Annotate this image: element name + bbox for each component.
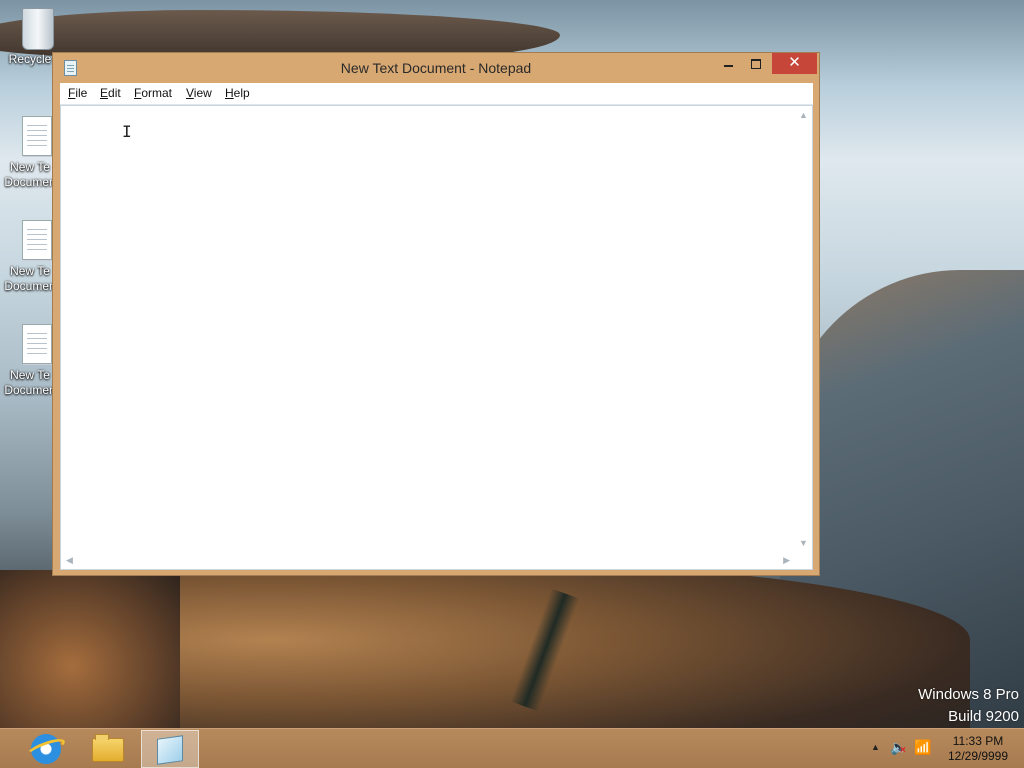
minimize-icon [724, 64, 733, 67]
desktop-icon-text-document[interactable]: New Te Documen [0, 116, 60, 190]
desktop-icon-label: New Te Documen [4, 160, 56, 189]
horizontal-scrollbar[interactable]: ◀ ▶ [61, 552, 795, 569]
desktop-icon-text-document[interactable]: New Te Documen [0, 220, 60, 294]
watermark-edition: Windows 8 Pro [918, 686, 1019, 703]
window-title: New Text Document - Notepad [340, 60, 532, 76]
maximize-icon [750, 58, 761, 69]
taskbar-file-explorer[interactable] [79, 730, 137, 768]
scroll-down-icon[interactable]: ▼ [799, 538, 808, 548]
menu-bar: File Edit Format View Help [60, 83, 813, 105]
clock-time: 11:33 PM [952, 734, 1004, 748]
desktop-icon-label: New Te Documen [4, 368, 56, 397]
desktop-icon-recycle-bin[interactable]: Recycle [0, 8, 60, 67]
muted-icon: × [900, 745, 906, 756]
folder-icon [92, 734, 124, 762]
recycle-bin-icon [22, 8, 54, 50]
menu-help[interactable]: Help [225, 86, 250, 100]
wallpaper-rock [0, 570, 180, 728]
close-button[interactable]: ✕ [772, 53, 817, 74]
title-bar[interactable]: New Text Document - Notepad ✕ [53, 53, 819, 83]
desktop-icon-label: New Te Documen [4, 264, 56, 293]
system-clock[interactable]: 11:33 PM 12/29/9999 [940, 734, 1016, 764]
menu-format[interactable]: Format [134, 86, 172, 100]
taskbar-internet-explorer[interactable] [17, 730, 75, 768]
notepad-window[interactable]: New Text Document - Notepad ✕ File Edit … [52, 52, 820, 576]
menu-edit[interactable]: Edit [100, 86, 121, 100]
scroll-right-icon[interactable]: ▶ [783, 555, 790, 566]
desktop-icon-label: Recycle [8, 52, 52, 66]
windows-watermark: Windows 8 Pro Build 9200 [918, 684, 1019, 728]
taskbar-notepad[interactable] [141, 730, 199, 768]
watermark-build: Build 9200 [948, 708, 1019, 725]
text-document-icon [22, 220, 52, 260]
vertical-scrollbar[interactable]: ▲ ▼ [795, 106, 812, 552]
clock-date: 12/29/9999 [947, 749, 1009, 763]
text-editor-area[interactable]: I ▲ ▼ ◀ ▶ [60, 105, 813, 570]
menu-file[interactable]: File [68, 86, 87, 100]
close-icon: ✕ [788, 54, 801, 71]
text-document-icon [22, 324, 52, 364]
ibeam-cursor-icon: I [122, 122, 132, 141]
notepad-icon [157, 735, 183, 765]
text-document-icon [22, 116, 52, 156]
desktop-icon-text-document[interactable]: New Te Documen [0, 324, 60, 398]
taskbar: ▲ 🔈 × 📶 11:33 PM 12/29/9999 [0, 728, 1024, 768]
menu-view[interactable]: View [186, 86, 212, 100]
resize-grip-icon[interactable] [795, 552, 812, 569]
minimize-button[interactable] [715, 53, 742, 74]
network-icon[interactable]: 📶 [914, 739, 931, 756]
show-hidden-icons-icon[interactable]: ▲ [871, 742, 880, 752]
maximize-button[interactable] [742, 53, 769, 74]
scroll-up-icon[interactable]: ▲ [799, 110, 808, 120]
scroll-left-icon[interactable]: ◀ [66, 555, 73, 566]
